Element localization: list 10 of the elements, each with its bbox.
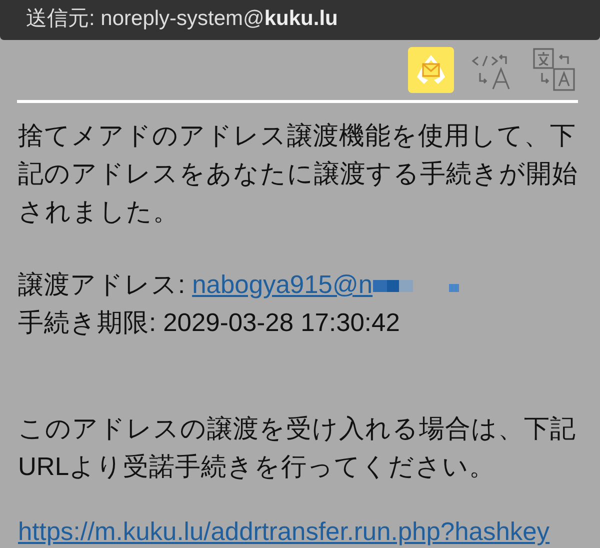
instruction-paragraph: このアドレスの譲渡を受け入れる場合は、下記URLより受諾手続きを行ってください。 xyxy=(18,414,577,483)
deadline-value: 2029-03-28 17:30:42 xyxy=(163,308,400,339)
sender-line: 送信元: noreply-system@kuku.lu xyxy=(26,7,338,30)
address-link[interactable]: nabogya915@n xyxy=(192,266,373,304)
transfer-link[interactable]: https://m.kuku.lu/addrtransfer.run.php?hashkey xyxy=(18,518,550,546)
field-label: 手続き期限: xyxy=(18,308,156,339)
recycle-mail-icon[interactable] xyxy=(408,47,454,93)
translate-icon[interactable] xyxy=(532,47,578,93)
intro-paragraph: 捨てメアドのアドレス譲渡機能を使用して、下記のアドレスをあなたに譲渡する手続きが開始されました。 xyxy=(18,121,579,228)
field-label: 譲渡アドレス: xyxy=(18,270,186,301)
